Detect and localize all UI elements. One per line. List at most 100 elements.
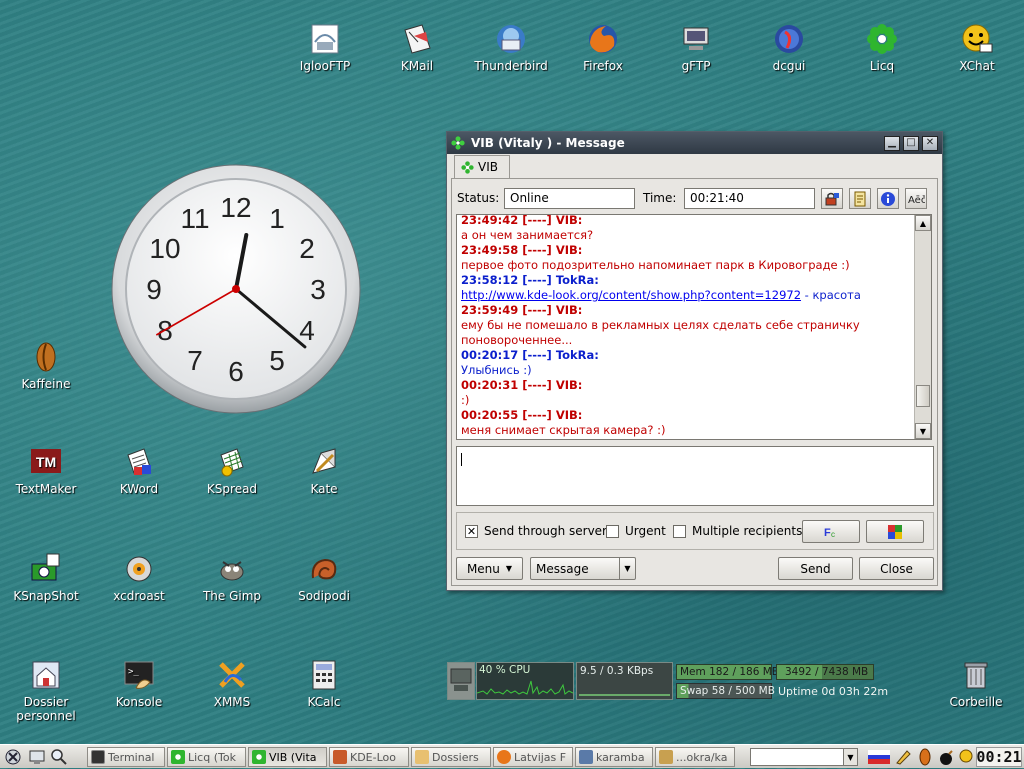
task-dossiers[interactable]: Dossiers <box>411 747 491 767</box>
menu-button[interactable]: Menu ▼ <box>456 557 523 580</box>
time-field[interactable]: 00:21:40 <box>684 188 815 209</box>
close-window-button[interactable]: ✕ <box>922 135 938 151</box>
urgent-checkbox[interactable] <box>606 525 619 538</box>
desktop-icon-firefox[interactable]: Firefox <box>560 22 646 73</box>
pen-icon <box>896 750 911 765</box>
keyboard-layout-indicator[interactable] <box>868 750 890 764</box>
maximize-button[interactable]: □ <box>903 135 919 151</box>
tray-bomb[interactable] <box>938 748 956 766</box>
licq-icon <box>252 750 266 764</box>
scroll-down-arrow[interactable]: ▼ <box>915 423 931 439</box>
desktop-icon-textmaker[interactable]: TM TextMaker <box>3 445 89 496</box>
monitor-computer-icon <box>447 662 475 700</box>
desktop-icon-label: Dossier personnel <box>16 695 76 723</box>
message-link[interactable]: http://www.kde-look.org/content/show.php… <box>461 288 801 302</box>
font-color-icon: Fc <box>824 527 835 539</box>
cpu-monitor: 40 % CPU <box>476 662 574 700</box>
swap-text: Swap 58 / 500 MB <box>680 685 775 697</box>
desktop-icon-kaffeine[interactable]: Kaffeine <box>3 340 89 391</box>
folder-icon <box>415 750 429 764</box>
task-okra[interactable]: ...okra/ka <box>655 747 735 767</box>
task-karamba[interactable]: karamba <box>575 747 653 767</box>
scroll-thumb[interactable] <box>916 385 930 407</box>
dropdown-arrow-icon: ▼ <box>843 749 857 765</box>
desktop-icon-xcdroast[interactable]: xcdroast <box>96 552 182 603</box>
search-launcher-button[interactable] <box>50 748 70 766</box>
message-body: http://www.kde-look.org/content/show.php… <box>461 288 861 302</box>
desktop-icon-kspread[interactable]: KSpread <box>189 445 275 496</box>
trash-icon <box>964 662 988 689</box>
tray-xchat[interactable] <box>958 748 974 766</box>
uptime-text: Uptime 0d 03h 22m <box>778 685 889 698</box>
thunderbird-icon <box>497 25 525 53</box>
desktop-icon-dcgui[interactable]: dcgui <box>746 22 832 73</box>
send-through-server-checkbox[interactable]: ✕ <box>465 525 478 538</box>
task-terminal[interactable]: Terminal <box>87 747 165 767</box>
desktop-icon-kcalc[interactable]: KCalc <box>281 658 367 709</box>
scroll-up-arrow[interactable]: ▲ <box>915 215 931 231</box>
disk-text: 3492 / 7438 MB <box>785 666 869 678</box>
task-licq[interactable]: Licq (Tok <box>167 747 246 767</box>
message-type-select[interactable]: Message ▼ <box>530 557 636 580</box>
security-button[interactable] <box>821 188 843 209</box>
desktop-icon-label: Corbeille <box>949 695 1003 709</box>
status-label: Status: <box>457 191 500 205</box>
swap-bar: Swap 58 / 500 MB <box>676 683 775 699</box>
desktop-icon-kate[interactable]: Kate <box>281 445 367 496</box>
show-desktop-button[interactable] <box>28 748 48 766</box>
desktop-icon-xmms[interactable]: XMMS <box>189 658 275 709</box>
message-body: а он чем занимается? <box>461 228 594 242</box>
desktop-icon-trash[interactable]: Corbeille <box>933 658 1019 709</box>
desktop-icon-label: Kaffeine <box>21 377 71 391</box>
multiple-recipients-checkbox[interactable] <box>673 525 686 538</box>
svg-text:F: F <box>824 527 831 539</box>
xcdroast-icon <box>126 556 152 582</box>
history-scrollbar[interactable]: ▲ ▼ <box>914 215 931 439</box>
send-button[interactable]: Send <box>778 557 853 580</box>
desktop-icon-ksnapshot[interactable]: KSnapShot <box>3 552 89 603</box>
tab-vib[interactable]: VIB <box>454 155 510 178</box>
licq-icon <box>171 750 185 764</box>
task-kde-look[interactable]: KDE-Loo <box>329 747 409 767</box>
status-field[interactable]: Online <box>504 188 635 209</box>
desktop-icon-thunderbird[interactable]: Thunderbird <box>468 22 554 73</box>
message-history[interactable]: 23:49:42 [----] VIB: а он чем занимается?… <box>456 214 932 440</box>
desktop-icon-iglooftp[interactable]: IglooFTP <box>282 22 368 73</box>
desktop-icon-xchat[interactable]: XChat <box>934 22 1020 73</box>
desktop-icon-kmail[interactable]: KMail <box>374 22 460 73</box>
tray-kaffeine[interactable] <box>916 748 934 766</box>
desktop-icon-home-folder[interactable]: Dossier personnel <box>3 658 89 723</box>
color-button[interactable] <box>866 520 924 543</box>
task-label: Dossiers <box>432 750 479 764</box>
multiple-recipients-label: Multiple recipients <box>692 524 803 538</box>
task-vib-message[interactable]: VIB (Vita <box>248 747 327 767</box>
close-button[interactable]: Close <box>859 557 934 580</box>
window-titlebar[interactable]: VIB (Vitaly ) - Message ▁ □ ✕ <box>447 132 942 154</box>
encoding-button[interactable]: Aēč <box>905 188 927 209</box>
firefox-icon <box>589 25 617 53</box>
desktop-icon-label: Firefox <box>583 59 623 73</box>
minimize-button[interactable]: ▁ <box>884 135 900 151</box>
desktop-icon-licq[interactable]: Licq <box>839 22 925 73</box>
encoding-icon: Aēč <box>908 194 925 206</box>
clock-number: 5 <box>269 345 285 376</box>
desktop-icon-konsole[interactable]: >_ Konsole <box>96 658 182 709</box>
svg-text:>_: >_ <box>128 667 139 677</box>
font-button[interactable]: Fc <box>802 520 860 543</box>
taskbar-clock[interactable]: 00:21 <box>976 747 1022 767</box>
desktop-icon-sodipodi[interactable]: Sodipodi <box>281 552 367 603</box>
desktop-icon-kword[interactable]: KWord <box>96 445 182 496</box>
taskbar-search-field[interactable]: ▼ <box>750 748 858 766</box>
urgent-label: Urgent <box>625 524 666 538</box>
history-scroll-icon <box>854 191 866 206</box>
history-button[interactable] <box>849 188 871 209</box>
user-info-button[interactable] <box>877 188 899 209</box>
kde-menu-button[interactable] <box>2 747 24 767</box>
desktop-icon-gftp[interactable]: gFTP <box>653 22 739 73</box>
desktop-icon-gimp[interactable]: The Gimp <box>189 552 275 603</box>
tray-kate[interactable] <box>894 748 912 766</box>
task-latvijas[interactable]: Latvijas F <box>493 747 573 767</box>
message-input[interactable] <box>456 446 934 506</box>
message-header: 23:49:58 [----] VIB: <box>461 243 583 257</box>
gimp-icon <box>220 561 244 581</box>
